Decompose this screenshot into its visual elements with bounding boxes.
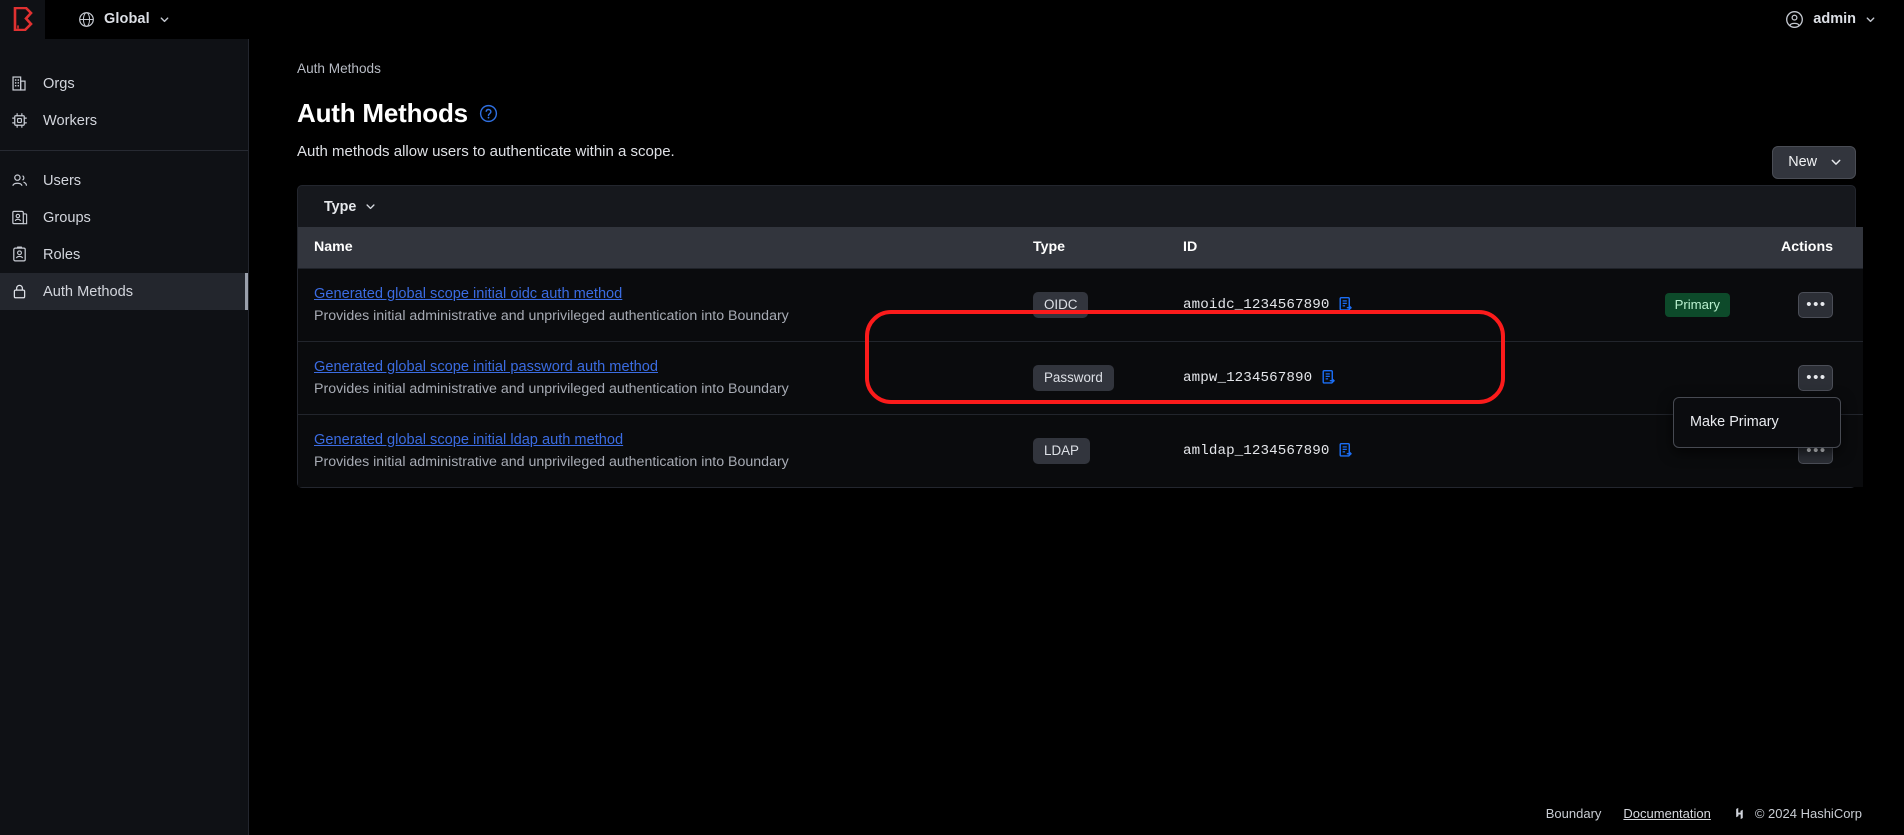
- hashicorp-logo: [1733, 806, 1748, 821]
- footer-product: Boundary: [1546, 806, 1602, 821]
- chevron-down-icon: [1865, 14, 1876, 25]
- users-icon: [10, 171, 29, 190]
- cell-name: Generated global scope initial password …: [298, 342, 1033, 415]
- cell-actions: Primary •••: [1613, 269, 1863, 342]
- cpu-icon: [10, 111, 29, 130]
- page-description: Auth methods allow users to authenticate…: [297, 143, 1856, 160]
- breadcrumb[interactable]: Auth Methods: [297, 39, 1856, 76]
- auth-method-id: amldap_1234567890: [1183, 443, 1329, 459]
- table-header-row: Name Type ID Actions: [298, 227, 1863, 269]
- row-actions-button[interactable]: •••: [1798, 292, 1833, 318]
- table-row: Generated global scope initial password …: [298, 342, 1863, 415]
- new-button[interactable]: New: [1772, 146, 1856, 179]
- type-badge: OIDC: [1033, 292, 1088, 318]
- row-actions-button[interactable]: •••: [1798, 365, 1833, 391]
- boundary-admin-console: Global admin: [0, 0, 1904, 835]
- boundary-logo: [12, 7, 34, 31]
- cell-name: Generated global scope initial ldap auth…: [298, 415, 1033, 488]
- top-bar: Global admin: [0, 0, 1904, 39]
- type-badge: Password: [1033, 365, 1114, 391]
- footer-documentation-link[interactable]: Documentation: [1623, 806, 1710, 821]
- cell-name: Generated global scope initial oidc auth…: [298, 269, 1033, 342]
- auth-method-id: ampw_1234567890: [1183, 370, 1312, 386]
- sidebar-item-groups[interactable]: Groups: [0, 199, 248, 236]
- auth-method-description: Provides initial administrative and unpr…: [314, 308, 1033, 324]
- auth-methods-table: Name Type ID Actions Generated global sc…: [298, 227, 1863, 487]
- page-title: Auth Methods: [297, 98, 468, 129]
- sidebar-item-label: Groups: [43, 210, 91, 226]
- main-content: Auth Methods Auth Methods Auth methods a…: [249, 39, 1904, 835]
- sidebar-item-label: Orgs: [43, 76, 75, 92]
- footer: Boundary Documentation © 2024 HashiCorp: [1546, 806, 1862, 821]
- sidebar-item-orgs[interactable]: Orgs: [0, 65, 248, 102]
- copy-icon[interactable]: [1337, 442, 1354, 459]
- user-menu[interactable]: admin: [1775, 5, 1890, 34]
- type-filter-dropdown[interactable]: Type: [318, 194, 382, 220]
- cell-actions: ••• Make Primary: [1613, 342, 1863, 415]
- user-circle-icon: [1785, 10, 1804, 29]
- row-actions-dropdown: Make Primary: [1673, 397, 1841, 448]
- footer-copyright: © 2024 HashiCorp: [1755, 806, 1862, 821]
- auth-method-id: amoidc_1234567890: [1183, 297, 1329, 313]
- copy-icon[interactable]: [1337, 296, 1354, 313]
- role-badge-icon: [10, 245, 29, 264]
- dropdown-item-make-primary[interactable]: Make Primary: [1674, 408, 1840, 436]
- chevron-down-icon: [159, 14, 170, 25]
- sidebar-item-auth-methods[interactable]: Auth Methods: [0, 273, 248, 310]
- table-body: Generated global scope initial oidc auth…: [298, 269, 1863, 488]
- table-row: Generated global scope initial ldap auth…: [298, 415, 1863, 488]
- copy-icon[interactable]: [1320, 369, 1337, 386]
- cell-type: LDAP: [1033, 415, 1183, 488]
- building-icon: [10, 74, 29, 93]
- auth-method-link[interactable]: Generated global scope initial password …: [314, 359, 658, 375]
- brand-logo-cell[interactable]: [0, 0, 45, 39]
- cell-type: Password: [1033, 342, 1183, 415]
- sidebar-item-label: Users: [43, 173, 81, 189]
- column-header-type: Type: [1033, 227, 1183, 269]
- cell-type: OIDC: [1033, 269, 1183, 342]
- sidebar-group-scope: Orgs Workers: [0, 65, 248, 139]
- sidebar-divider: [0, 150, 248, 151]
- column-header-id: ID: [1183, 227, 1613, 269]
- type-filter-label: Type: [324, 199, 356, 215]
- type-badge: LDAP: [1033, 438, 1090, 464]
- auth-method-link[interactable]: Generated global scope initial ldap auth…: [314, 432, 623, 448]
- filter-toolbar: Type: [297, 185, 1856, 227]
- cell-id: ampw_1234567890: [1183, 342, 1613, 415]
- column-header-actions: Actions: [1613, 227, 1863, 269]
- title-row: Auth Methods: [297, 98, 1856, 129]
- sidebar-group-iam: Users Groups: [0, 162, 248, 310]
- table-header: Name Type ID Actions: [298, 227, 1863, 269]
- sidebar-item-workers[interactable]: Workers: [0, 102, 248, 139]
- cell-id: amoidc_1234567890: [1183, 269, 1613, 342]
- sidebar-item-label: Auth Methods: [43, 284, 133, 300]
- question-circle-icon[interactable]: [479, 104, 498, 123]
- auth-methods-table-wrapper: Name Type ID Actions Generated global sc…: [297, 227, 1856, 488]
- cell-id: amldap_1234567890: [1183, 415, 1613, 488]
- auth-method-description: Provides initial administrative and unpr…: [314, 381, 1033, 397]
- new-button-label: New: [1788, 154, 1817, 170]
- auth-method-description: Provides initial administrative and unpr…: [314, 454, 1033, 470]
- sidebar-item-users[interactable]: Users: [0, 162, 248, 199]
- sidebar: Orgs Workers: [0, 39, 249, 835]
- lock-icon: [10, 282, 29, 301]
- table-row: Generated global scope initial oidc auth…: [298, 269, 1863, 342]
- column-header-name: Name: [298, 227, 1033, 269]
- globe-icon: [78, 11, 95, 28]
- status-badge: Primary: [1665, 293, 1730, 317]
- chevron-down-icon: [365, 201, 376, 212]
- sidebar-item-roles[interactable]: Roles: [0, 236, 248, 273]
- sidebar-item-label: Roles: [43, 247, 80, 263]
- sidebar-item-label: Workers: [43, 113, 97, 129]
- scope-label: Global: [104, 11, 150, 27]
- scope-picker[interactable]: Global: [67, 6, 181, 33]
- auth-method-link[interactable]: Generated global scope initial oidc auth…: [314, 286, 622, 302]
- chevron-down-icon: [1830, 156, 1842, 168]
- user-label: admin: [1813, 11, 1856, 27]
- footer-copyright-group: © 2024 HashiCorp: [1733, 806, 1862, 821]
- group-icon: [10, 208, 29, 227]
